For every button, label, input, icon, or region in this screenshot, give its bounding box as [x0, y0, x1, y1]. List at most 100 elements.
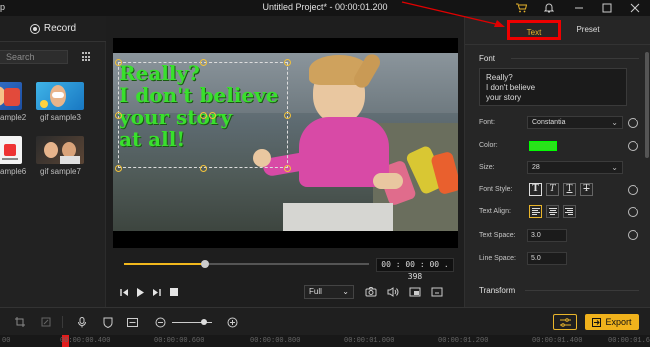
toolbar-divider — [62, 316, 63, 328]
tab-divider — [465, 44, 650, 45]
zoom-select[interactable]: Full ⌄ — [304, 285, 354, 299]
progress-fill — [124, 263, 205, 265]
bold-button[interactable]: T — [529, 183, 542, 196]
edit-icon[interactable] — [40, 316, 52, 328]
rotate-handle[interactable] — [209, 112, 216, 119]
align-left-button[interactable] — [529, 205, 542, 218]
reset-icon[interactable] — [628, 184, 639, 195]
resize-handle[interactable] — [284, 165, 291, 172]
cart-icon[interactable] — [512, 1, 530, 15]
font-style-label: Font Style: — [479, 186, 513, 193]
caption-icon[interactable] — [126, 316, 138, 328]
tick-label: 00 — [2, 337, 11, 345]
resize-handle[interactable] — [115, 59, 122, 66]
play-icon[interactable] — [134, 286, 146, 298]
camera-icon[interactable] — [364, 286, 378, 298]
reset-icon[interactable] — [628, 229, 639, 240]
text-content-input[interactable]: Really? I don't believe your story — [479, 68, 627, 106]
strikethrough-button[interactable]: T — [580, 183, 593, 196]
color-label: Color: — [479, 142, 498, 149]
tick-label: 00:00:01.600 — [608, 337, 650, 345]
media-thumb-sample3[interactable] — [36, 82, 84, 110]
text-space-label: Text Space: — [479, 232, 516, 239]
zoom-slider-knob[interactable] — [201, 319, 207, 325]
reset-icon[interactable] — [628, 206, 639, 217]
tick-label: 00:00:01.200 — [438, 337, 489, 345]
align-right-button[interactable] — [563, 205, 576, 218]
resize-handle[interactable] — [200, 59, 207, 66]
size-select-value: 28 — [532, 164, 540, 171]
next-frame-icon[interactable] — [150, 286, 162, 298]
reset-icon[interactable] — [628, 117, 639, 128]
size-select[interactable]: 28 ⌄ — [527, 161, 623, 174]
tab-text[interactable]: Text — [507, 20, 561, 40]
reset-icon[interactable] — [628, 140, 639, 151]
media-panel: Record Search sample2 gif sample3 sample… — [0, 16, 106, 307]
crop-icon[interactable] — [14, 316, 26, 328]
export-button[interactable]: Export — [585, 314, 639, 330]
settings-button[interactable] — [553, 314, 577, 330]
media-thumb-sample6[interactable] — [0, 136, 22, 164]
transform-section-title: Transform — [479, 286, 516, 295]
fullscreen-icon[interactable] — [408, 286, 422, 298]
record-button[interactable]: Record — [0, 16, 106, 42]
title-bar: p Untitled Project* - 00:00:01.200 — [0, 0, 650, 16]
app-window: p Untitled Project* - 00:00:01.200 Recor… — [0, 0, 650, 347]
progress-knob[interactable] — [200, 260, 209, 268]
media-label-sample7: gif sample7 — [40, 167, 81, 176]
timeline-toolbar: Export — [0, 307, 650, 335]
rotate-handle[interactable] — [200, 112, 207, 119]
close-icon[interactable] — [626, 1, 644, 15]
media-label-sample2: sample2 — [0, 113, 27, 122]
resize-handle[interactable] — [200, 165, 207, 172]
tab-preset[interactable]: Preset — [568, 20, 608, 40]
sliders-icon — [559, 317, 571, 327]
zoom-out-icon[interactable] — [154, 316, 166, 328]
search-input[interactable]: Search — [0, 50, 68, 64]
text-space-input[interactable]: 3.0 — [527, 229, 567, 242]
properties-scrollbar[interactable] — [645, 52, 649, 158]
zoom-in-icon[interactable] — [226, 316, 238, 328]
pop-out-icon[interactable] — [430, 286, 444, 298]
color-picker[interactable] — [529, 141, 557, 151]
shield-icon[interactable] — [102, 316, 114, 328]
media-thumb-sample7[interactable] — [36, 136, 84, 164]
timeline-ruler[interactable]: 00 00:00:00.400 00:00:00.600 00:00:00.80… — [0, 335, 650, 347]
italic-button[interactable]: T — [546, 183, 559, 196]
resize-handle[interactable] — [115, 165, 122, 172]
volume-icon[interactable] — [386, 286, 400, 298]
media-label-sample3: gif sample3 — [40, 113, 81, 122]
grid-view-icon[interactable] — [82, 52, 92, 62]
minimize-icon[interactable] — [570, 1, 588, 15]
text-align-label: Text Align: — [479, 208, 511, 215]
zoom-select-value: Full — [309, 287, 322, 296]
chevron-down-icon: ⌄ — [611, 163, 618, 172]
export-label: Export — [605, 317, 632, 327]
stop-icon[interactable] — [168, 286, 180, 298]
record-icon — [29, 23, 40, 34]
line-space-label: Line Space: — [479, 255, 516, 262]
playback-progress[interactable] — [124, 260, 369, 268]
properties-panel: Text Preset Font Really? I don't believe… — [464, 16, 650, 307]
section-divider — [511, 58, 639, 59]
align-center-button[interactable] — [546, 205, 559, 218]
line-space-input[interactable]: 5.0 — [527, 252, 567, 265]
font-section-title: Font — [479, 54, 496, 63]
record-label: Record — [43, 23, 77, 34]
tick-label: 00:00:01.400 — [532, 337, 583, 345]
tick-label: 00:00:00.400 — [60, 337, 111, 345]
export-icon — [592, 317, 602, 327]
resize-handle[interactable] — [284, 112, 291, 119]
prev-frame-icon[interactable] — [118, 286, 130, 298]
underline-button[interactable]: T — [563, 183, 576, 196]
video-preview[interactable]: Really? I don't believe your story at al… — [113, 38, 458, 248]
media-thumb-sample2[interactable] — [0, 82, 22, 110]
tick-label: 00:00:01.000 — [344, 337, 395, 345]
bell-icon[interactable] — [540, 1, 558, 15]
font-select-value: Constantia — [532, 119, 566, 126]
microphone-icon[interactable] — [76, 316, 88, 328]
font-select[interactable]: Constantia ⌄ — [527, 116, 623, 129]
resize-handle[interactable] — [284, 59, 291, 66]
resize-handle[interactable] — [115, 112, 122, 119]
maximize-icon[interactable] — [598, 1, 616, 15]
